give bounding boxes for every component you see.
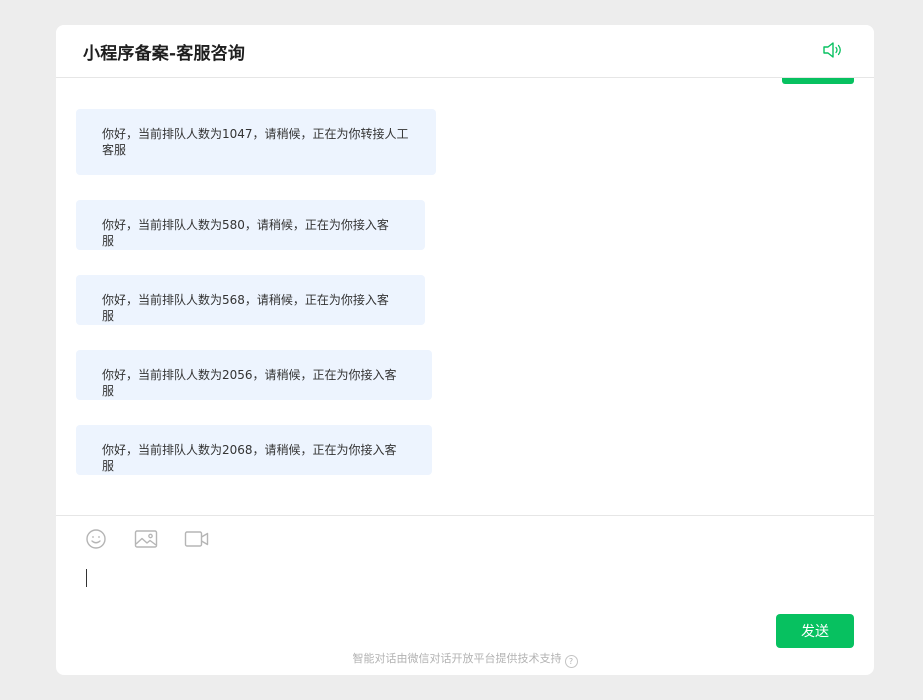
chat-header: 小程序备案-客服咨询 [56,25,874,78]
input-divider [56,515,874,516]
emoji-icon[interactable] [85,527,107,551]
message-list[interactable]: 你好，当前排队人数为1047，请稍候，正在为你转接人工客服 你好，当前排队人数为… [56,78,874,514]
send-button[interactable]: 发送 [776,614,854,648]
text-caret [86,569,87,587]
image-icon[interactable] [134,527,158,551]
message-bubble: 你好，当前排队人数为568，请稍候，正在为你接入客服 [76,275,425,325]
footer: 智能对话由微信对话开放平台提供技术支持? [56,650,874,668]
page-title: 小程序备案-客服咨询 [83,44,246,64]
help-icon[interactable]: ? [564,655,578,668]
message-bubble: 你好，当前排队人数为2056，请稍候，正在为你接入客服 [76,350,432,400]
speaker-icon[interactable] [821,39,845,61]
message-bubble: 你好，当前排队人数为2068，请稍候，正在为你接入客服 [76,425,432,475]
video-icon[interactable] [184,527,210,551]
message-bubble: 你好，当前排队人数为580，请稍候，正在为你接入客服 [76,200,425,250]
chat-window: 小程序备案-客服咨询 你好，当前排队人数为1047，请稍候，正在为你转接人工客服… [56,25,874,675]
footer-text: 智能对话由微信对话开放平台提供技术支持 [352,652,562,665]
message-bubble: 你好，当前排队人数为1047，请稍候，正在为你转接人工客服 [76,109,436,175]
message-input[interactable] [84,565,848,609]
